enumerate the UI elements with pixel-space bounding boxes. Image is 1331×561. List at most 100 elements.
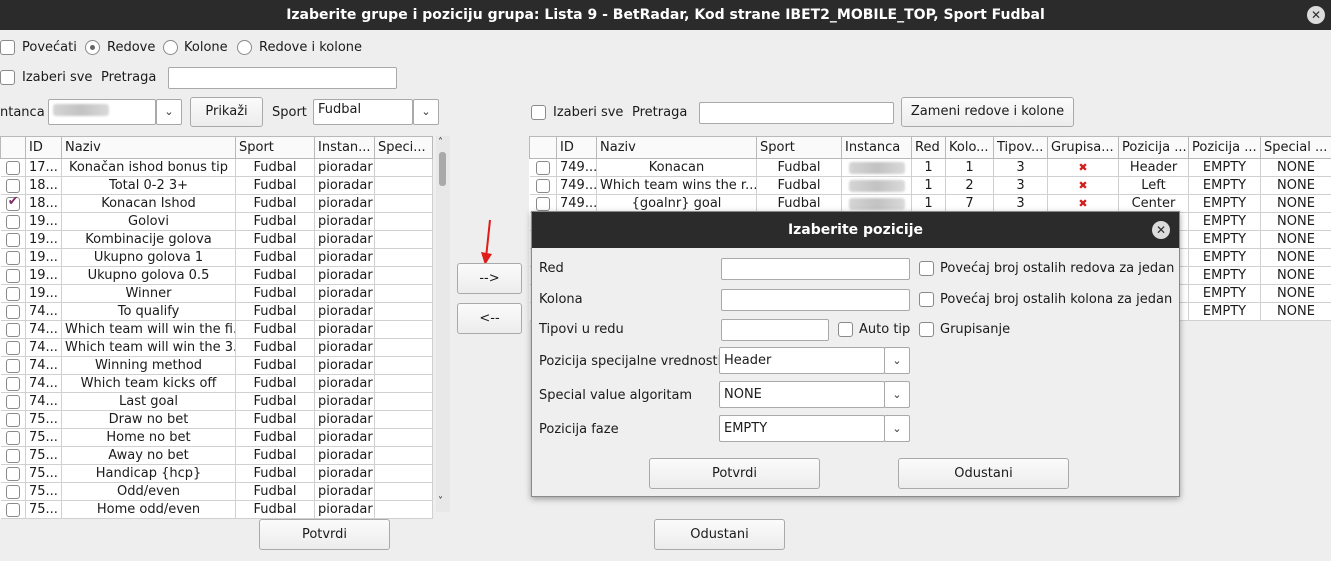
table-row[interactable]: 74... Which team kicks off Fudbal pioradar — [0, 374, 433, 393]
row-checkbox[interactable] — [5, 484, 20, 499]
row-checkbox[interactable] — [5, 232, 20, 247]
right-search-input[interactable] — [699, 102, 894, 124]
row-checkbox[interactable] — [5, 322, 20, 337]
delete-x-icon[interactable]: ✖ — [1077, 161, 1089, 174]
table-row[interactable]: 75... Home odd/even Fudbal pioradar — [0, 500, 433, 519]
table-row[interactable]: 74... To qualify Fudbal pioradar — [0, 302, 433, 321]
right-col-header[interactable]: Special ... — [1260, 136, 1331, 159]
right-select-all-checkbox[interactable] — [531, 105, 546, 120]
row-checkbox[interactable] — [5, 268, 20, 283]
instance-select[interactable] — [48, 99, 156, 125]
special-alg-chevron-down-icon[interactable]: ⌄ — [884, 381, 910, 408]
tipovi-input[interactable] — [721, 319, 829, 341]
table-row[interactable]: 749... {goalnr} goal Fudbal 1 7 3 ✖ Center EMPTY… — [529, 194, 1331, 213]
table-row[interactable]: 749... Which team wins the r... Fudbal 1 2 3 ✖… — [529, 176, 1331, 195]
table-row[interactable]: 19... Ukupno golova 0.5 Fudbal pioradar — [0, 266, 433, 285]
left-col-header[interactable]: Speci... — [374, 136, 433, 159]
row-checkbox-cell[interactable] — [0, 482, 26, 501]
left-select-all-checkbox[interactable] — [0, 70, 15, 85]
row-checkbox-cell[interactable] — [0, 338, 26, 357]
redove-i-kolone-radio[interactable] — [237, 40, 252, 55]
right-col-header[interactable]: Kolo... — [945, 136, 994, 159]
table-row[interactable]: 74... Which team will win the 3... Fudbal p… — [0, 338, 433, 357]
cancel-button[interactable]: Odustani — [654, 519, 785, 550]
table-row[interactable]: 749... Konacan Fudbal 1 1 3 ✖ Header EMPTY NONE — [529, 158, 1331, 177]
row-checkbox-cell[interactable] — [0, 374, 26, 393]
row-checkbox[interactable] — [5, 214, 20, 229]
instance-dropdown-chevron-down-icon[interactable]: ⌄ — [156, 99, 182, 125]
red-input[interactable] — [721, 258, 910, 280]
table-row[interactable]: 74... Last goal Fudbal pioradar — [0, 392, 433, 411]
row-checkbox-cell[interactable] — [0, 428, 26, 447]
right-col-header[interactable]: Instanca — [841, 136, 912, 159]
zameni-redove-i-kolone-button[interactable]: Zameni redove i kolone — [901, 97, 1074, 127]
left-col-header[interactable]: Sport — [235, 136, 315, 159]
row-checkbox[interactable] — [5, 160, 20, 175]
kolona-input[interactable] — [721, 289, 910, 311]
left-search-input[interactable] — [168, 67, 397, 89]
left-col-header[interactable] — [0, 136, 26, 159]
left-col-header[interactable]: Instan... — [314, 136, 375, 159]
delete-x-icon[interactable]: ✖ — [1077, 179, 1089, 192]
right-col-header[interactable]: Grupisa... — [1047, 136, 1119, 159]
cell-grupisanje[interactable]: ✖ — [1047, 158, 1119, 177]
row-checkbox[interactable] — [5, 304, 20, 319]
row-checkbox-cell[interactable] — [529, 176, 557, 195]
row-checkbox[interactable] — [5, 394, 20, 409]
table-row[interactable]: 19... Golovi Fudbal pioradar — [0, 212, 433, 231]
row-checkbox-cell[interactable] — [0, 356, 26, 375]
row-checkbox-cell[interactable] — [0, 392, 26, 411]
table-row[interactable]: 19... Winner Fudbal pioradar — [0, 284, 433, 303]
window-close-icon[interactable]: ✕ — [1307, 6, 1325, 24]
row-checkbox[interactable] — [5, 502, 20, 517]
pozicija-spec-chevron-down-icon[interactable]: ⌄ — [884, 347, 910, 374]
delete-x-icon[interactable]: ✖ — [1077, 197, 1089, 210]
table-row[interactable]: 74... Winning method Fudbal pioradar — [0, 356, 433, 375]
row-checkbox-cell[interactable] — [529, 158, 557, 177]
table-row[interactable]: 19... Ukupno golova 1 Fudbal pioradar — [0, 248, 433, 267]
table-row[interactable]: 75... Odd/even Fudbal pioradar — [0, 482, 433, 501]
sport-dropdown-chevron-down-icon[interactable]: ⌄ — [413, 99, 439, 125]
right-col-header[interactable]: ID — [556, 136, 597, 159]
row-checkbox-cell[interactable] — [0, 194, 26, 213]
row-checkbox[interactable] — [5, 358, 20, 373]
povecaj-kolona-checkbox[interactable] — [919, 292, 934, 307]
row-checkbox[interactable] — [5, 340, 20, 355]
row-checkbox[interactable] — [5, 178, 20, 193]
right-col-header[interactable]: Tipov... — [993, 136, 1048, 159]
row-checkbox-cell[interactable] — [0, 212, 26, 231]
row-checkbox[interactable] — [535, 160, 550, 175]
povecati-checkbox[interactable] — [0, 40, 15, 55]
table-row[interactable]: 75... Home no bet Fudbal pioradar — [0, 428, 433, 447]
redove-radio[interactable] — [85, 40, 100, 55]
row-checkbox-cell[interactable] — [0, 302, 26, 321]
row-checkbox[interactable] — [5, 286, 20, 301]
row-checkbox[interactable] — [5, 412, 20, 427]
row-checkbox-cell[interactable] — [0, 446, 26, 465]
special-alg-select[interactable]: NONE — [719, 381, 885, 408]
move-left-button[interactable]: <-- — [457, 303, 522, 334]
move-right-button[interactable]: --> — [457, 263, 522, 294]
sport-select[interactable]: Fudbal — [313, 99, 413, 125]
row-checkbox-cell[interactable] — [0, 158, 26, 177]
right-col-header[interactable]: Red — [911, 136, 946, 159]
pozicija-faze-chevron-down-icon[interactable]: ⌄ — [884, 415, 910, 442]
table-row[interactable]: 17... Konačan ishod bonus tip Fudbal piorad… — [0, 158, 433, 177]
left-table-scrollbar[interactable]: ˄ ˅ — [436, 136, 450, 512]
row-checkbox[interactable] — [5, 195, 20, 211]
table-row[interactable]: 75... Away no bet Fudbal pioradar — [0, 446, 433, 465]
pozicija-faze-select[interactable]: EMPTY — [719, 415, 885, 442]
row-checkbox[interactable] — [5, 430, 20, 445]
row-checkbox-cell[interactable] — [0, 230, 26, 249]
table-row[interactable]: 18...Konacan IshodFudbalpioradar — [0, 194, 433, 213]
row-checkbox[interactable] — [535, 196, 550, 211]
row-checkbox-cell[interactable] — [0, 500, 26, 519]
row-checkbox[interactable] — [5, 466, 20, 481]
right-col-header[interactable] — [529, 136, 557, 159]
right-col-header[interactable]: Naziv — [596, 136, 757, 159]
left-scrollbar-thumb[interactable] — [439, 152, 446, 186]
row-checkbox[interactable] — [535, 178, 550, 193]
table-row[interactable]: 75... Draw no bet Fudbal pioradar — [0, 410, 433, 429]
cell-grupisanje[interactable]: ✖ — [1047, 194, 1119, 213]
pozicija-spec-select[interactable]: Header — [719, 347, 885, 374]
